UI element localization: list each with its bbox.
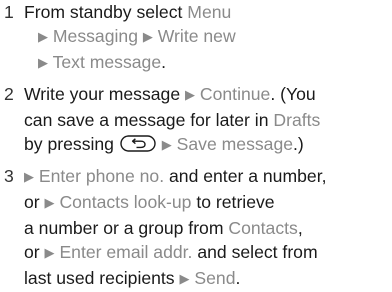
back-key-icon	[120, 135, 156, 153]
menu-term-messaging: Messaging	[52, 26, 138, 46]
step-text: a number or a group from	[24, 218, 229, 238]
menu-term-send: Send	[194, 268, 236, 288]
arrow-icon: ▶	[38, 29, 48, 44]
step-text: . (You	[270, 84, 316, 104]
step-text: .	[235, 268, 241, 288]
step-text: or	[24, 242, 45, 262]
step-number: 2	[4, 84, 14, 104]
step-text: and select from	[192, 242, 318, 262]
menu-term-enter-phone-no: Enter phone no.	[38, 166, 165, 186]
menu-term-contacts: Contacts	[228, 218, 298, 238]
step-number: 1	[4, 2, 14, 22]
step-1-line-1: From standby select Menu	[24, 0, 392, 24]
menu-term-save-message: Save message	[176, 134, 294, 154]
step-1-line-2: ▶ Messaging ▶ Write new	[24, 24, 392, 50]
step-text: and enter a number,	[164, 166, 327, 186]
arrow-icon: ▶	[179, 271, 190, 286]
arrow-icon: ▶	[24, 169, 34, 184]
instruction-step-3: 3 ▶ Enter phone no. and enter a number, …	[3, 164, 392, 292]
step-2-line-1: Write your message ▶ Continue. (You	[24, 82, 392, 108]
step-2-line-3: by pressing ▶ Save message.)	[24, 132, 392, 158]
arrow-icon: ▶	[38, 55, 48, 70]
step-text: .)	[293, 134, 304, 154]
instruction-step-2: 2 Write your message ▶ Continue. (You ca…	[3, 82, 392, 158]
step-3-line-2: or ▶ Contacts look-up to retrieve	[24, 190, 392, 216]
step-text: Write your message	[24, 84, 186, 104]
step-3-line-3: a number or a group from Contacts,	[24, 216, 392, 240]
step-number: 3	[4, 166, 14, 186]
step-text: From standby select	[24, 2, 188, 22]
arrow-icon: ▶	[44, 195, 55, 210]
step-2-line-2: can save a message for later in Drafts	[24, 108, 392, 132]
menu-term-continue: Continue	[199, 84, 271, 104]
menu-term-enter-email-addr: Enter email addr.	[59, 242, 193, 262]
arrow-icon: ▶	[44, 245, 55, 260]
step-text: ,	[297, 218, 303, 238]
instruction-step-1: 1 From standby select Menu ▶ Messaging ▶…	[3, 0, 392, 76]
arrow-icon: ▶	[142, 29, 153, 44]
instruction-document: 1 From standby select Menu ▶ Messaging ▶…	[0, 0, 392, 288]
menu-term-text-message: Text message	[52, 52, 162, 72]
step-text: .	[161, 52, 167, 72]
step-text: to retrieve	[191, 192, 275, 212]
menu-term-contacts-look-up: Contacts look-up	[59, 192, 192, 212]
step-text: can save a message for later in	[24, 110, 274, 130]
arrow-icon: ▶	[161, 137, 172, 152]
step-3-line-4: or ▶ Enter email addr. and select from	[24, 240, 392, 266]
step-text: last used recipients	[24, 268, 180, 288]
step-text: or	[24, 192, 45, 212]
step-text: by pressing	[24, 134, 119, 154]
step-1-line-3: ▶ Text message.	[24, 50, 392, 76]
menu-term-write-new: Write new	[157, 26, 236, 46]
menu-term-menu: Menu	[187, 2, 232, 22]
step-3-line-1: ▶ Enter phone no. and enter a number,	[24, 164, 392, 190]
menu-term-drafts: Drafts	[273, 110, 321, 130]
arrow-icon: ▶	[185, 87, 196, 102]
